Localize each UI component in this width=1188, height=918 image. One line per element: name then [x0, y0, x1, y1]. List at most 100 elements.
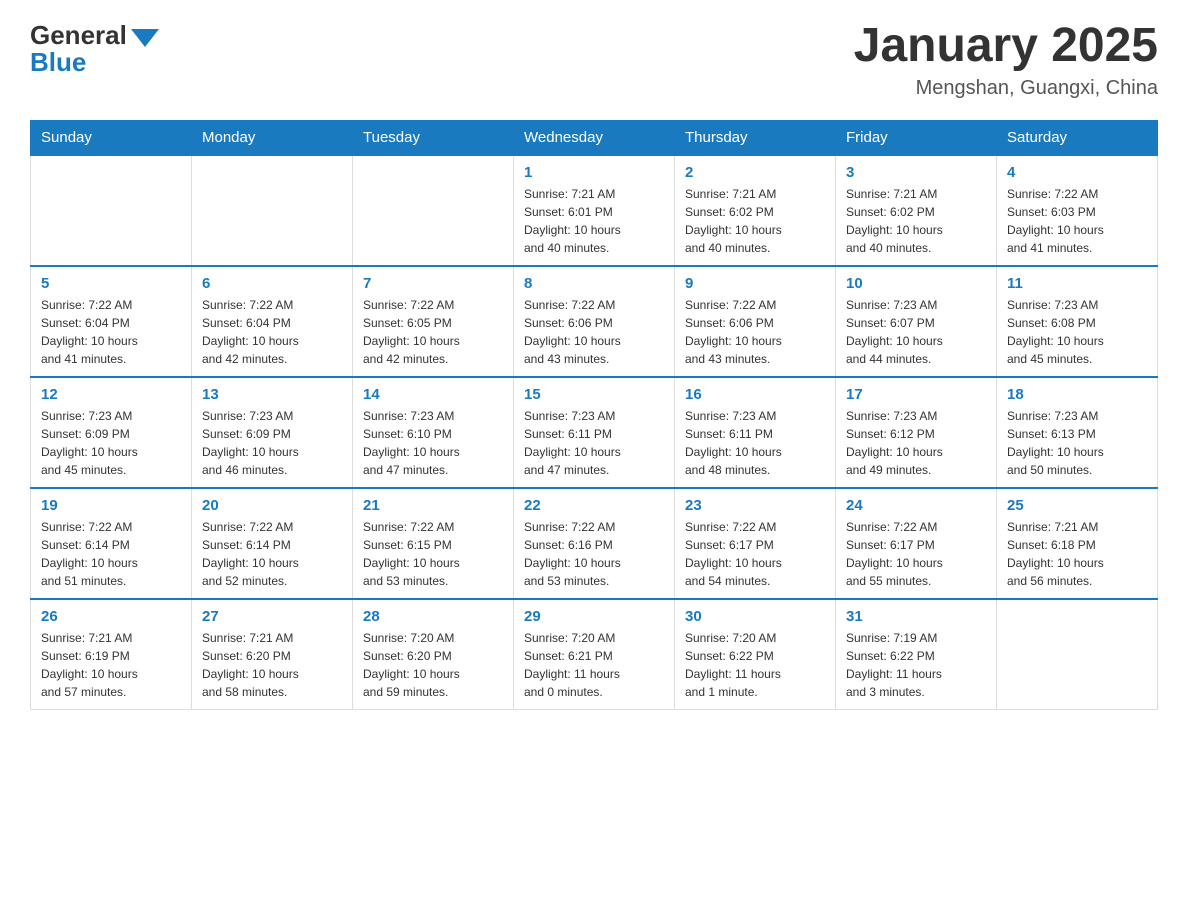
calendar-week-3: 12Sunrise: 7:23 AMSunset: 6:09 PMDayligh… [31, 377, 1158, 488]
day-number: 11 [1007, 275, 1147, 292]
calendar-table: SundayMondayTuesdayWednesdayThursdayFrid… [30, 120, 1158, 710]
page-subtitle: Mengshan, Guangxi, China [854, 77, 1158, 100]
calendar-cell: 8Sunrise: 7:22 AMSunset: 6:06 PMDaylight… [514, 266, 675, 377]
day-info: Sunrise: 7:23 AMSunset: 6:08 PMDaylight:… [1007, 296, 1147, 368]
calendar-cell [31, 155, 192, 266]
day-number: 1 [524, 164, 664, 181]
calendar-week-4: 19 Sunrise: 7:22 AMSunset: 6:14 PMDayligh… [31, 488, 1158, 599]
day-number: 17 [846, 386, 986, 403]
day-number: 12 [41, 386, 181, 403]
day-info: Sunrise: 7:21 AMSunset: 6:02 PMDaylight:… [685, 185, 825, 257]
calendar-cell: 20 Sunrise: 7:22 AMSunset: 6:14 PMDayligh… [192, 488, 353, 599]
day-number: 25 [1007, 497, 1147, 514]
day-number: 19 [41, 497, 181, 514]
calendar-header-row: SundayMondayTuesdayWednesdayThursdayFrid… [31, 120, 1158, 155]
calendar-cell: 15 Sunrise: 7:23 AMSunset: 6:11 PMDayligh… [514, 377, 675, 488]
day-info: Sunrise: 7:21 AMSunset: 6:18 PMDaylight:… [1007, 518, 1147, 590]
day-number: 30 [685, 608, 825, 625]
page-header: General Blue January 2025 Mengshan, Guan… [30, 20, 1158, 100]
title-section: January 2025 Mengshan, Guangxi, China [854, 20, 1158, 100]
calendar-cell: 23Sunrise: 7:22 AMSunset: 6:17 PMDayligh… [675, 488, 836, 599]
page-title: January 2025 [854, 20, 1158, 73]
day-number: 15 [524, 386, 664, 403]
calendar-cell: 19 Sunrise: 7:22 AMSunset: 6:14 PMDayligh… [31, 488, 192, 599]
day-info: Sunrise: 7:19 AMSunset: 6:22 PMDaylight:… [846, 629, 986, 701]
day-number: 22 [524, 497, 664, 514]
calendar-cell: 30 Sunrise: 7:20 AMSunset: 6:22 PMDayligh… [675, 599, 836, 710]
day-info: Sunrise: 7:23 AMSunset: 6:12 PMDaylight:… [846, 407, 986, 479]
calendar-header-sunday: Sunday [31, 120, 192, 155]
calendar-cell: 9Sunrise: 7:22 AMSunset: 6:06 PMDaylight… [675, 266, 836, 377]
calendar-cell: 10 Sunrise: 7:23 AMSunset: 6:07 PMDayligh… [836, 266, 997, 377]
calendar-cell [353, 155, 514, 266]
day-number: 10 [846, 275, 986, 292]
day-info: Sunrise: 7:23 AMSunset: 6:11 PMDaylight:… [524, 407, 664, 479]
day-number: 6 [202, 275, 342, 292]
calendar-header-friday: Friday [836, 120, 997, 155]
day-number: 14 [363, 386, 503, 403]
day-number: 5 [41, 275, 181, 292]
calendar-header-wednesday: Wednesday [514, 120, 675, 155]
calendar-cell [997, 599, 1158, 710]
day-info: Sunrise: 7:21 AMSunset: 6:20 PMDaylight:… [202, 629, 342, 701]
calendar-cell: 11 Sunrise: 7:23 AMSunset: 6:08 PMDayligh… [997, 266, 1158, 377]
calendar-cell: 18Sunrise: 7:23 AMSunset: 6:13 PMDayligh… [997, 377, 1158, 488]
day-number: 16 [685, 386, 825, 403]
day-number: 18 [1007, 386, 1147, 403]
day-number: 24 [846, 497, 986, 514]
calendar-cell: 21 Sunrise: 7:22 AMSunset: 6:15 PMDayligh… [353, 488, 514, 599]
day-number: 20 [202, 497, 342, 514]
day-number: 7 [363, 275, 503, 292]
day-info: Sunrise: 7:22 AMSunset: 6:16 PMDaylight:… [524, 518, 664, 590]
day-number: 21 [363, 497, 503, 514]
calendar-cell: 16 Sunrise: 7:23 AMSunset: 6:11 PMDayligh… [675, 377, 836, 488]
calendar-week-1: 1Sunrise: 7:21 AMSunset: 6:01 PMDaylight… [31, 155, 1158, 266]
calendar-cell: 5 Sunrise: 7:22 AMSunset: 6:04 PMDaylight… [31, 266, 192, 377]
calendar-header-saturday: Saturday [997, 120, 1158, 155]
logo: General Blue [30, 20, 159, 78]
calendar-cell: 28 Sunrise: 7:20 AMSunset: 6:20 PMDayligh… [353, 599, 514, 710]
calendar-cell: 2 Sunrise: 7:21 AMSunset: 6:02 PMDaylight… [675, 155, 836, 266]
day-info: Sunrise: 7:22 AMSunset: 6:06 PMDaylight:… [685, 296, 825, 368]
day-info: Sunrise: 7:22 AMSunset: 6:17 PMDaylight:… [846, 518, 986, 590]
day-number: 13 [202, 386, 342, 403]
day-number: 31 [846, 608, 986, 625]
calendar-cell: 22 Sunrise: 7:22 AMSunset: 6:16 PMDayligh… [514, 488, 675, 599]
day-number: 8 [524, 275, 664, 292]
day-info: Sunrise: 7:22 AMSunset: 6:03 PMDaylight:… [1007, 185, 1147, 257]
calendar-cell: 24 Sunrise: 7:22 AMSunset: 6:17 PMDayligh… [836, 488, 997, 599]
day-info: Sunrise: 7:20 AMSunset: 6:22 PMDaylight:… [685, 629, 825, 701]
calendar-cell: 17 Sunrise: 7:23 AMSunset: 6:12 PMDayligh… [836, 377, 997, 488]
day-number: 3 [846, 164, 986, 181]
calendar-cell: 6 Sunrise: 7:22 AMSunset: 6:04 PMDaylight… [192, 266, 353, 377]
calendar-week-2: 5 Sunrise: 7:22 AMSunset: 6:04 PMDaylight… [31, 266, 1158, 377]
day-info: Sunrise: 7:21 AMSunset: 6:19 PMDaylight:… [41, 629, 181, 701]
day-number: 4 [1007, 164, 1147, 181]
calendar-cell: 25 Sunrise: 7:21 AMSunset: 6:18 PMDayligh… [997, 488, 1158, 599]
day-info: Sunrise: 7:23 AMSunset: 6:07 PMDaylight:… [846, 296, 986, 368]
logo-arrow-icon [131, 29, 159, 47]
day-info: Sunrise: 7:22 AMSunset: 6:14 PMDaylight:… [202, 518, 342, 590]
calendar-header-thursday: Thursday [675, 120, 836, 155]
calendar-cell: 13Sunrise: 7:23 AMSunset: 6:09 PMDayligh… [192, 377, 353, 488]
day-number: 23 [685, 497, 825, 514]
day-number: 27 [202, 608, 342, 625]
day-info: Sunrise: 7:22 AMSunset: 6:04 PMDaylight:… [41, 296, 181, 368]
day-info: Sunrise: 7:21 AMSunset: 6:02 PMDaylight:… [846, 185, 986, 257]
day-info: Sunrise: 7:20 AMSunset: 6:21 PMDaylight:… [524, 629, 664, 701]
day-info: Sunrise: 7:23 AMSunset: 6:11 PMDaylight:… [685, 407, 825, 479]
calendar-cell: 14Sunrise: 7:23 AMSunset: 6:10 PMDayligh… [353, 377, 514, 488]
calendar-cell: 26 Sunrise: 7:21 AMSunset: 6:19 PMDayligh… [31, 599, 192, 710]
day-info: Sunrise: 7:22 AMSunset: 6:04 PMDaylight:… [202, 296, 342, 368]
day-number: 2 [685, 164, 825, 181]
calendar-week-5: 26 Sunrise: 7:21 AMSunset: 6:19 PMDayligh… [31, 599, 1158, 710]
calendar-cell: 1Sunrise: 7:21 AMSunset: 6:01 PMDaylight… [514, 155, 675, 266]
calendar-cell [192, 155, 353, 266]
day-info: Sunrise: 7:22 AMSunset: 6:15 PMDaylight:… [363, 518, 503, 590]
day-info: Sunrise: 7:22 AMSunset: 6:14 PMDaylight:… [41, 518, 181, 590]
day-number: 26 [41, 608, 181, 625]
calendar-cell: 29Sunrise: 7:20 AMSunset: 6:21 PMDayligh… [514, 599, 675, 710]
calendar-cell: 3 Sunrise: 7:21 AMSunset: 6:02 PMDaylight… [836, 155, 997, 266]
day-info: Sunrise: 7:20 AMSunset: 6:20 PMDaylight:… [363, 629, 503, 701]
day-number: 28 [363, 608, 503, 625]
